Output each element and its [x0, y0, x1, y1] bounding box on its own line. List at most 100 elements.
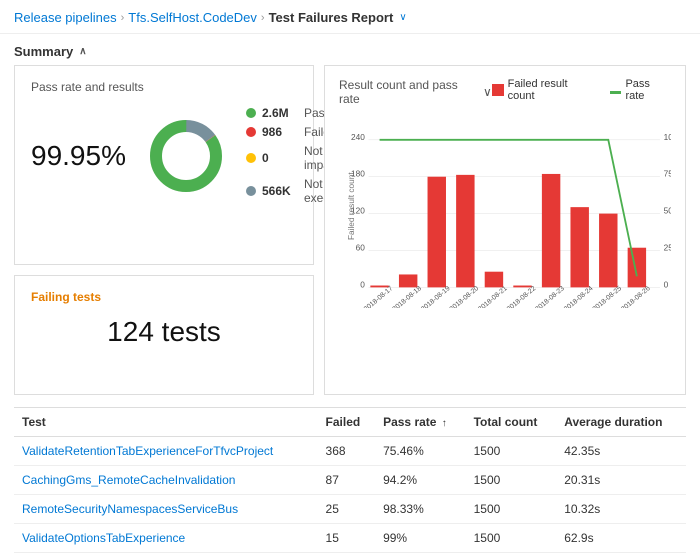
col-avg-duration: Average duration — [556, 408, 686, 437]
chart-card: Result count and pass rate ∨ Failed resu… — [324, 65, 686, 395]
chart-svg-wrap: Failed result count 0 60 120 180 240 0 2… — [339, 114, 671, 311]
cell-failed: 15 — [318, 524, 376, 553]
chart-header: Result count and pass rate ∨ Failed resu… — [339, 78, 671, 106]
cell-passrate: 75.46% — [375, 437, 466, 466]
cell-avg: 20.31s — [556, 466, 686, 495]
svg-text:0: 0 — [360, 279, 365, 289]
summary-title: Summary — [14, 44, 73, 59]
cell-test[interactable]: RemoteSecurityNamespacesServiceBus — [14, 495, 318, 524]
breadcrumb-sep-1: › — [121, 12, 125, 24]
table-row: ValidateRetentionTabExperienceForTfvcPro… — [14, 437, 686, 466]
cell-avg: 62.9s — [556, 524, 686, 553]
svg-text:60: 60 — [356, 242, 366, 252]
svg-text:75: 75 — [664, 169, 671, 179]
not-executed-dot — [246, 186, 256, 196]
passrate-content: 99.95% — [31, 106, 297, 205]
bar-2 — [428, 177, 446, 288]
bar-0 — [370, 286, 388, 288]
table-row: CachingGms_RemoteCacheInvalidation 87 94… — [14, 466, 686, 495]
cell-test[interactable]: CachingGms_RemoteCacheInvalidation — [14, 466, 318, 495]
failed-dot — [246, 127, 256, 137]
bar-9 — [628, 248, 646, 288]
cell-avg: 10.32s — [556, 495, 686, 524]
svg-text:50: 50 — [664, 206, 671, 216]
breadcrumb-current: Test Failures Report — [269, 10, 394, 25]
failed-value: 986 — [262, 125, 298, 139]
svg-text:0: 0 — [664, 279, 669, 289]
bar-7 — [570, 207, 588, 287]
svg-text:100: 100 — [664, 132, 671, 142]
chart-legend: Failed result count Pass rate — [492, 78, 671, 102]
not-impacted-value: 0 — [262, 151, 298, 165]
svg-text:2018-08-18: 2018-08-18 — [391, 285, 423, 308]
passed-value: 2.6M — [262, 106, 298, 120]
sort-arrow-passrate: ↑ — [442, 418, 447, 429]
bar-3 — [456, 175, 474, 288]
summary-header: Summary ∧ — [0, 34, 700, 65]
col-passrate[interactable]: Pass rate ↑ — [375, 408, 466, 437]
svg-text:120: 120 — [351, 206, 365, 216]
svg-text:2018-08-17: 2018-08-17 — [363, 285, 395, 308]
cell-test[interactable]: ValidateOptionsTabExperience — [14, 524, 318, 553]
svg-text:2018-08-24: 2018-08-24 — [563, 285, 595, 308]
col-test: Test — [14, 408, 318, 437]
cell-total: 1500 — [466, 437, 557, 466]
passrate-line — [380, 140, 637, 276]
breadcrumb-item-2[interactable]: Tfs.SelfHost.CodeDev — [128, 10, 257, 25]
breadcrumb: Release pipelines › Tfs.SelfHost.CodeDev… — [0, 0, 700, 34]
svg-text:2018-08-21: 2018-08-21 — [477, 285, 509, 308]
svg-text:240: 240 — [351, 132, 365, 142]
cell-avg: 42.35s — [556, 437, 686, 466]
cell-passrate: 99% — [375, 524, 466, 553]
breadcrumb-sep-2: › — [261, 12, 265, 24]
col-failed: Failed — [318, 408, 376, 437]
svg-text:25: 25 — [664, 242, 671, 252]
passrate-percent: 99.95% — [31, 140, 126, 172]
left-cards: Pass rate and results 99.95% — [14, 65, 324, 395]
svg-text:2018-08-23: 2018-08-23 — [534, 285, 566, 308]
cell-failed: 368 — [318, 437, 376, 466]
svg-text:2018-08-26: 2018-08-26 — [620, 285, 652, 308]
failing-card: Failing tests 124 tests — [14, 275, 314, 395]
bar-5 — [513, 286, 531, 288]
summary-collapse-icon[interactable]: ∧ — [79, 46, 86, 57]
donut-chart — [146, 116, 226, 196]
cell-total: 1500 — [466, 466, 557, 495]
not-impacted-dot — [246, 153, 256, 163]
breadcrumb-dropdown-icon[interactable]: ∨ — [399, 12, 406, 23]
table-row: ValidateOptionsTabExperience 15 99% 1500… — [14, 524, 686, 553]
cell-test[interactable]: ValidateRetentionTabExperienceForTfvcPro… — [14, 437, 318, 466]
svg-text:2018-08-19: 2018-08-19 — [420, 285, 452, 308]
cell-failed: 87 — [318, 466, 376, 495]
table-header-row: Test Failed Pass rate ↑ Total count Aver… — [14, 408, 686, 437]
data-table: Test Failed Pass rate ↑ Total count Aver… — [14, 408, 686, 553]
cell-passrate: 94.2% — [375, 466, 466, 495]
breadcrumb-item-1[interactable]: Release pipelines — [14, 10, 117, 25]
chart-failed-swatch — [492, 84, 504, 96]
bar-8 — [599, 214, 617, 288]
bar-6 — [542, 174, 560, 287]
chart-legend-passrate: Pass rate — [610, 78, 671, 102]
cell-total: 1500 — [466, 524, 557, 553]
cell-passrate: 98.33% — [375, 495, 466, 524]
table-section: Test Failed Pass rate ↑ Total count Aver… — [14, 407, 686, 553]
not-executed-value: 566K — [262, 184, 298, 198]
bar-4 — [485, 272, 503, 288]
chart-legend-failed: Failed result count — [492, 78, 596, 102]
chart-title: Result count and pass rate ∨ — [339, 78, 492, 106]
failing-count: 124 tests — [31, 316, 297, 348]
svg-text:2018-08-22: 2018-08-22 — [506, 285, 538, 308]
passrate-card-title: Pass rate and results — [31, 80, 297, 94]
svg-text:2018-08-25: 2018-08-25 — [592, 285, 624, 308]
cell-total: 1500 — [466, 495, 557, 524]
col-total: Total count — [466, 408, 557, 437]
failing-card-title: Failing tests — [31, 290, 297, 304]
chart-passrate-swatch — [610, 91, 622, 94]
bar-1 — [399, 274, 417, 287]
chart-passrate-label: Pass rate — [625, 78, 671, 102]
passed-dot — [246, 108, 256, 118]
svg-text:2018-08-20: 2018-08-20 — [449, 285, 481, 308]
cards-row: Pass rate and results 99.95% — [0, 65, 700, 407]
chart-dropdown-icon[interactable]: ∨ — [483, 85, 492, 99]
passrate-card: Pass rate and results 99.95% — [14, 65, 314, 265]
